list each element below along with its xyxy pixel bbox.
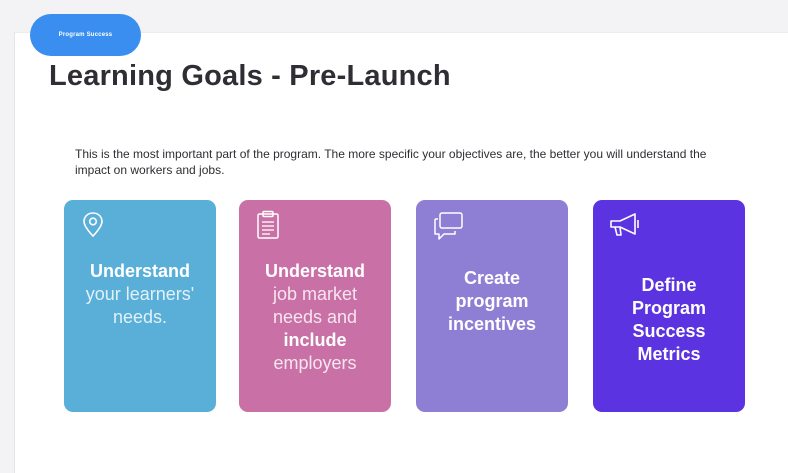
card-3-line-2: program (455, 291, 529, 311)
card-1-line-2: your learners' (85, 284, 195, 304)
card-2-line-3: needs and (272, 307, 358, 327)
card-3-line-3: incentives (447, 314, 537, 334)
speech-bubbles-icon (434, 212, 463, 240)
card-2-line-2: job market (272, 284, 358, 304)
card-3-line-1: Create (463, 268, 521, 288)
card-2-bold-line: Understand (264, 261, 365, 281)
card-understand-learners[interactable]: Understand your learners' needs. (64, 200, 216, 412)
card-define-metrics[interactable]: Define Program Success Metrics (593, 200, 745, 412)
card-2-bold-line-2: include (283, 330, 347, 350)
badge-label: Program Success (58, 32, 113, 38)
card-1-line-3: needs. (112, 307, 168, 327)
program-success-badge[interactable]: Program Success (30, 14, 141, 56)
clipboard-icon (257, 210, 279, 239)
card-understand-job-market[interactable]: Understand job market needs and include … (239, 200, 391, 412)
description-text: This is the most important part of the p… (75, 147, 707, 177)
card-4-line-3: Success (632, 321, 706, 341)
card-4-line-1: Define (641, 275, 697, 295)
card-4-line-4: Metrics (637, 344, 701, 364)
page-title: Learning Goals - Pre-Launch (49, 60, 451, 92)
card-1-bold-line: Understand (89, 261, 190, 281)
card-2-line-5: employers (273, 353, 357, 373)
megaphone-icon (610, 213, 639, 236)
location-pin-icon (83, 212, 103, 238)
card-create-incentives[interactable]: Create program incentives (416, 200, 568, 412)
card-4-line-2: Program (631, 298, 707, 318)
